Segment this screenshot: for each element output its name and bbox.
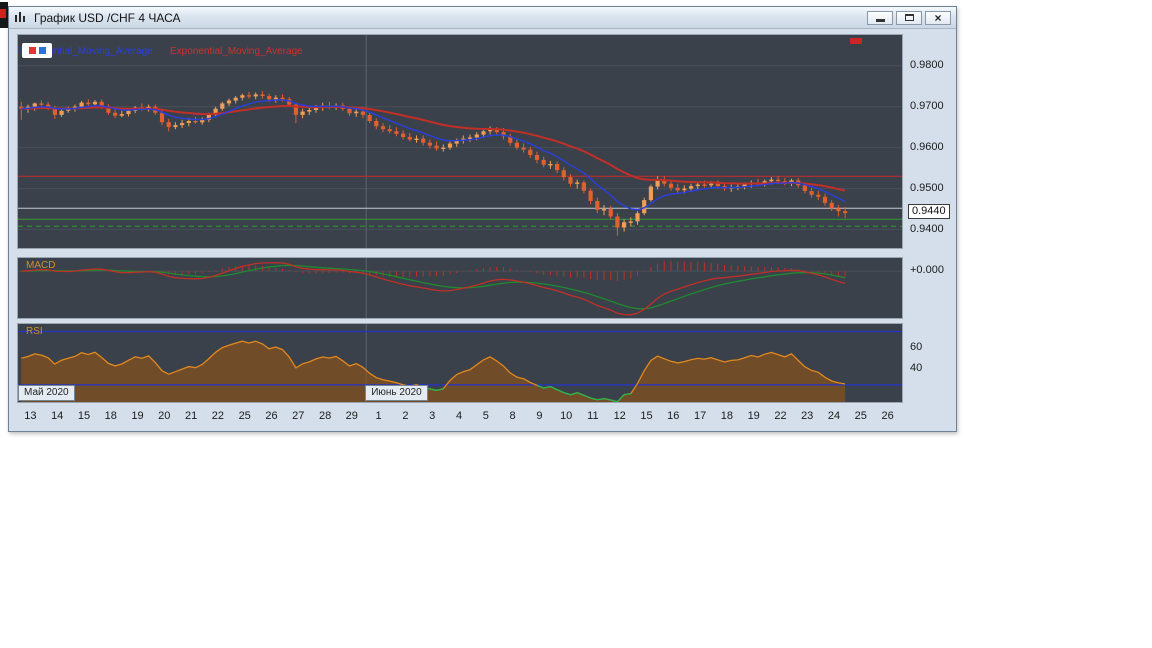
legend-color-box[interactable] bbox=[22, 43, 52, 58]
current-price-tag: 0.9440 bbox=[908, 204, 950, 220]
x-axis-label: 1 bbox=[375, 410, 382, 422]
x-axis-label: 15 bbox=[77, 410, 91, 422]
x-axis-label: 13 bbox=[24, 410, 37, 422]
x-axis-label: 4 bbox=[455, 410, 463, 422]
background-window-fragment bbox=[0, 2, 8, 28]
x-axis-label: 2 bbox=[402, 410, 409, 422]
close-button[interactable]: × bbox=[925, 10, 951, 25]
background-window-icon bbox=[0, 9, 6, 18]
x-axis-label: 10 bbox=[560, 410, 573, 422]
x-axis-label: 26 bbox=[265, 410, 278, 422]
month-marker: Июнь 2020 bbox=[365, 385, 428, 401]
x-axis-label: 14 bbox=[51, 410, 64, 422]
x-axis-label: 9 bbox=[536, 410, 543, 422]
x-axis-label: 21 bbox=[184, 410, 198, 422]
x-axis-label: 25 bbox=[854, 410, 867, 422]
rsi-tick-label: 40 bbox=[910, 361, 923, 374]
x-axis-label: 16 bbox=[667, 410, 680, 422]
price-tick-label: 0.9700 bbox=[910, 99, 944, 112]
x-axis-label: 23 bbox=[801, 410, 814, 422]
rsi-chart-svg bbox=[18, 324, 902, 402]
rsi-panel[interactable]: RSI bbox=[17, 323, 903, 403]
macd-panel[interactable]: MACD bbox=[17, 257, 903, 319]
close-icon: × bbox=[934, 10, 942, 25]
window-title: График USD /CHF 4 ЧАСА bbox=[34, 10, 181, 25]
time-axis[interactable]: 13 14 15 18 19 20 21 22 25 26 27 28 29 1 2 3 4 5 8 9 10 11 12 1… bbox=[17, 407, 903, 427]
x-axis-label: 19 bbox=[131, 410, 144, 422]
window-controls: × bbox=[867, 10, 951, 25]
price-axis[interactable]: 0.9440 +0.000 0.9800 0.9700 0.9600 0.9500 0.… bbox=[905, 29, 955, 431]
minimize-button[interactable] bbox=[867, 10, 893, 25]
month-marker: Май 2020 bbox=[18, 385, 75, 401]
price-tick-label: 0.9400 bbox=[910, 222, 944, 235]
rsi-fill bbox=[21, 341, 846, 402]
red-series-swatch bbox=[28, 47, 36, 54]
candlestick-series bbox=[19, 91, 848, 236]
ema-red-legend-label: Exponential_Moving_Average bbox=[170, 46, 303, 57]
x-axis-label: 29 bbox=[345, 410, 358, 422]
rsi-tick-label: 60 bbox=[910, 340, 923, 353]
price-tick-label: 0.9500 bbox=[910, 181, 944, 194]
x-axis-label: 24 bbox=[827, 410, 841, 422]
red-marker bbox=[850, 38, 862, 44]
x-axis-label: 3 bbox=[429, 410, 436, 422]
macd-line bbox=[21, 262, 846, 316]
price-tick-label: 0.9800 bbox=[910, 58, 944, 71]
x-axis-label: 19 bbox=[747, 410, 760, 422]
minimize-icon bbox=[875, 19, 885, 22]
x-axis-label: 22 bbox=[211, 410, 225, 422]
x-axis-label: 25 bbox=[238, 410, 251, 422]
rsi-label: RSI bbox=[26, 326, 43, 337]
ema-blue-line bbox=[21, 99, 846, 211]
chart-window: График USD /CHF 4 ЧАСА × Exponential_Mov… bbox=[8, 6, 957, 432]
x-axis-label: 20 bbox=[158, 410, 171, 422]
price-panel[interactable]: Exponential_Moving_Average Exponential_M… bbox=[17, 34, 903, 249]
chart-area: Exponential_Moving_Average Exponential_M… bbox=[9, 29, 956, 431]
maximize-button[interactable] bbox=[896, 10, 922, 25]
x-axis-label: 11 bbox=[587, 410, 599, 422]
blue-series-swatch bbox=[38, 47, 46, 54]
x-axis-label: 5 bbox=[482, 410, 489, 422]
x-axis-label: 22 bbox=[774, 410, 787, 422]
x-axis-label: 17 bbox=[693, 410, 707, 422]
macd-zero-label: +0.000 bbox=[910, 264, 944, 277]
x-axis-label: 12 bbox=[613, 410, 626, 422]
macd-label: MACD bbox=[26, 260, 56, 271]
maximize-icon bbox=[904, 14, 914, 21]
macd-chart-svg bbox=[18, 258, 902, 318]
x-axis-label: 18 bbox=[720, 410, 734, 422]
x-axis-label: 27 bbox=[292, 410, 305, 422]
x-axis-label: 15 bbox=[640, 410, 653, 422]
x-axis-label: 8 bbox=[509, 410, 516, 422]
price-gridlines bbox=[18, 35, 902, 248]
price-tick-label: 0.9600 bbox=[910, 140, 944, 153]
x-axis-label: 28 bbox=[318, 410, 332, 422]
candlestick-chart-icon bbox=[14, 11, 29, 24]
price-chart-svg bbox=[18, 35, 902, 248]
ema-red-line bbox=[21, 104, 846, 192]
title-bar[interactable]: График USD /CHF 4 ЧАСА × bbox=[9, 7, 956, 29]
x-axis-label: 26 bbox=[881, 410, 894, 422]
x-axis-label: 18 bbox=[104, 410, 117, 422]
